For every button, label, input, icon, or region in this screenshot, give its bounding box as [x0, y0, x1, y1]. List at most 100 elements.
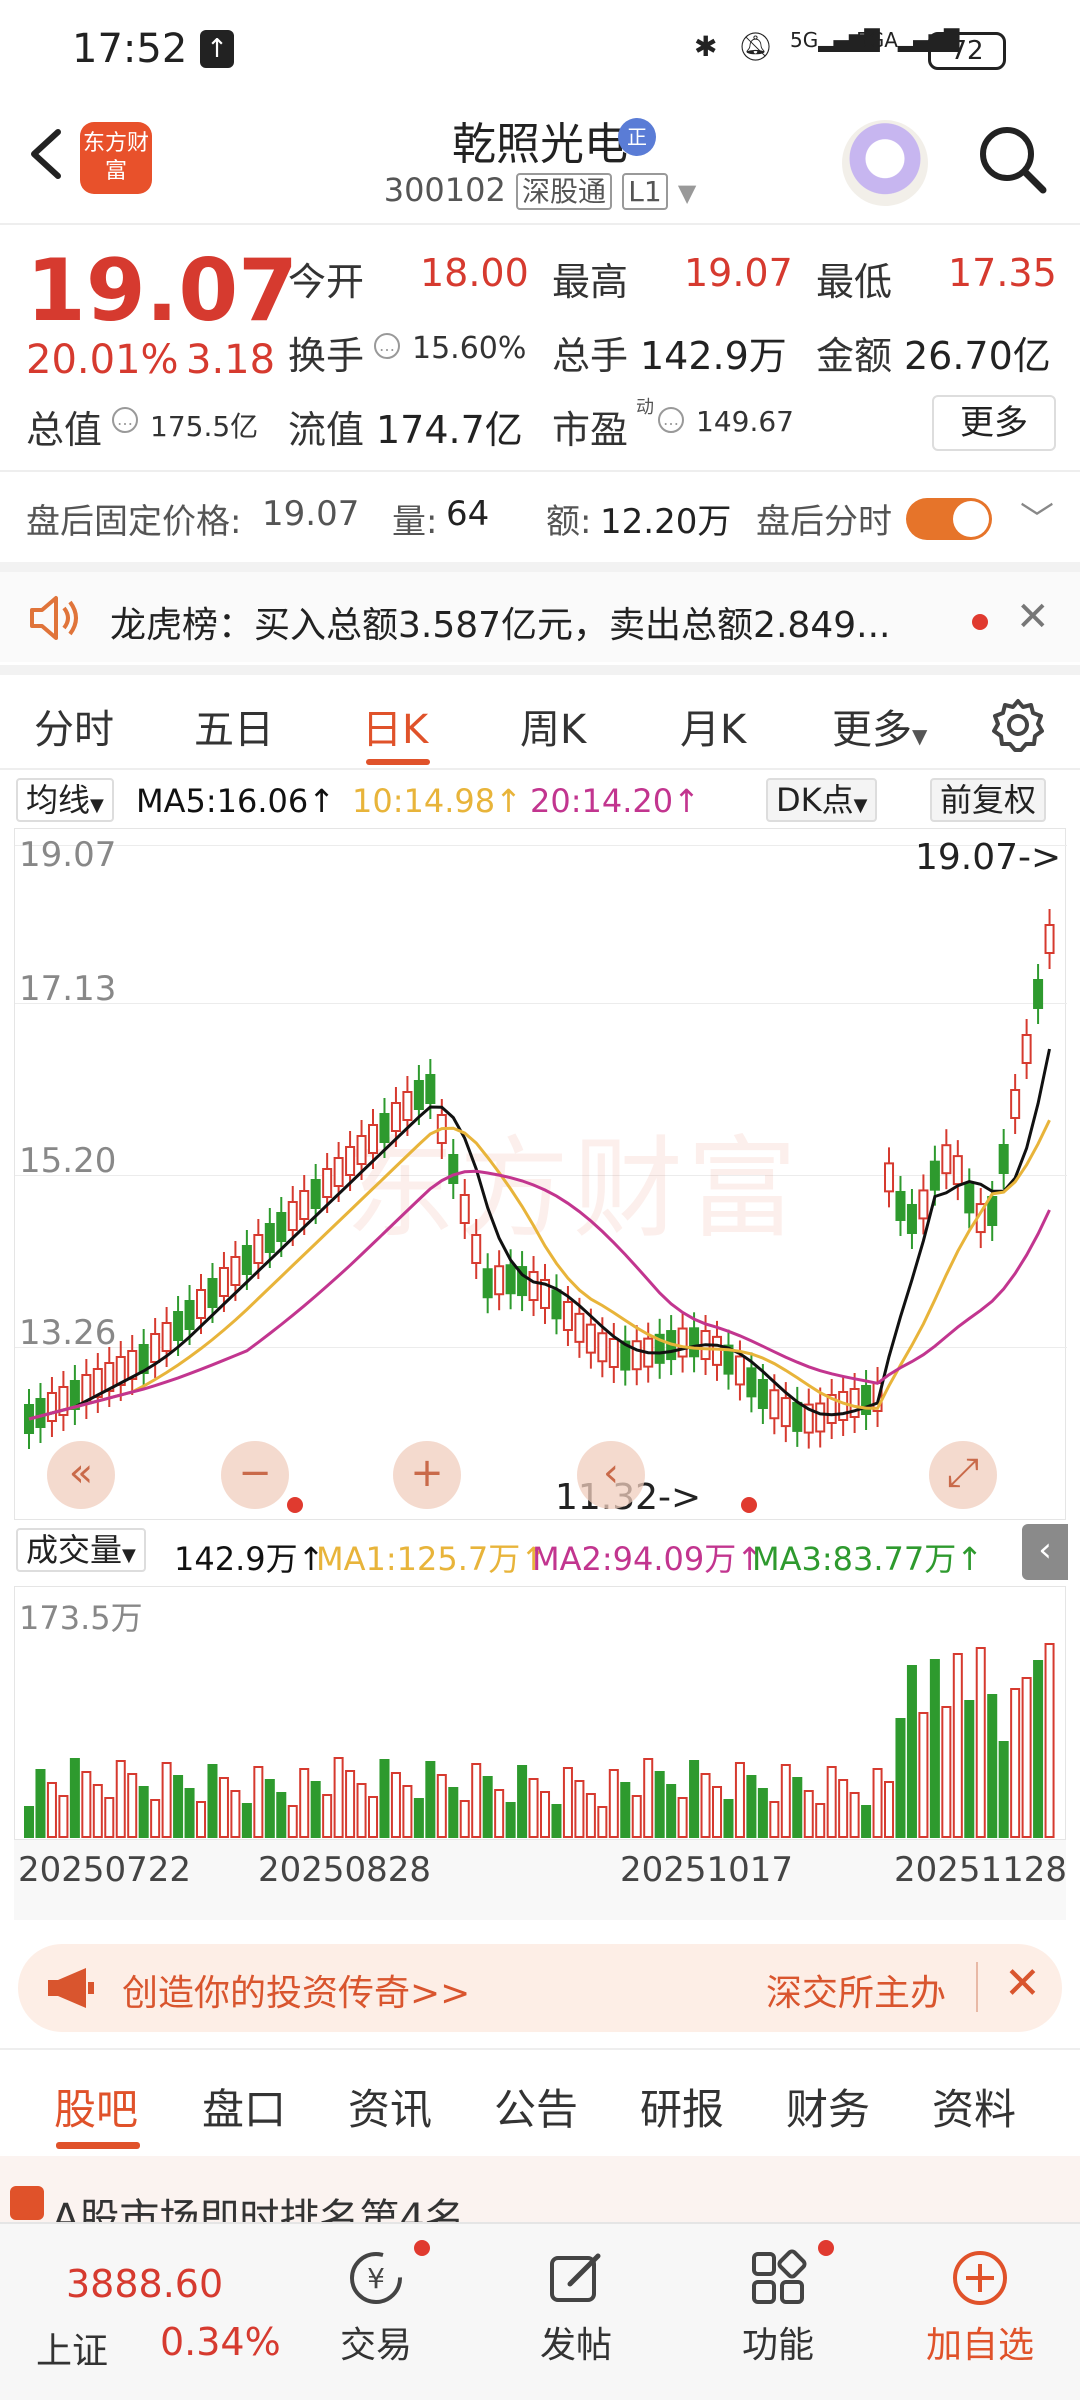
chart-bars-icon: [10, 2186, 44, 2220]
candle-body: [780, 1397, 791, 1428]
tab-monthly-k[interactable]: 月K: [680, 697, 746, 755]
zoom-out-icon[interactable]: −: [221, 1441, 289, 1509]
bluetooth-icon: ✱: [694, 30, 718, 63]
feed-peek[interactable]: A股市场即时排名第4名: [0, 2156, 1080, 2226]
tab-intraday[interactable]: 分时: [34, 697, 114, 755]
trade-button[interactable]: ¥ 交易: [306, 2240, 446, 2368]
candle-body: [815, 1402, 826, 1433]
candle-body: [712, 1335, 723, 1366]
index-name[interactable]: 上证: [36, 2322, 108, 2374]
volume-bar: [551, 1804, 562, 1838]
candle-body: [356, 1135, 367, 1165]
tab-order-book[interactable]: 盘口: [202, 2076, 286, 2137]
period-tabs: 分时 五日 日K 周K 月K 更多▼: [0, 665, 1080, 770]
candle-body: [390, 1102, 401, 1132]
chevron-down-icon[interactable]: ﹀: [1020, 492, 1054, 541]
info-icon[interactable]: …: [658, 407, 684, 433]
y-axis-label: 17.13: [19, 969, 117, 1009]
speaker-icon: [28, 594, 80, 642]
date-label: 20250828: [258, 1850, 432, 1890]
volume-bar: [608, 1769, 619, 1838]
promo-banner[interactable]: 创造你的投资传奇>> 深交所主办 ✕: [18, 1944, 1062, 2032]
dragon-tiger-notice[interactable]: 龙虎榜：买入总额3.587亿元，卖出总额2.849... ✕: [0, 562, 1080, 662]
robot-assistant-avatar[interactable]: [842, 120, 928, 206]
add-watchlist-button[interactable]: 加自选: [910, 2240, 1050, 2368]
candle-body: [746, 1367, 757, 1398]
volume-bar: [425, 1761, 436, 1838]
trade-label: 交易: [339, 2325, 412, 2366]
volume-bar: [906, 1665, 917, 1838]
tab-weekly-k[interactable]: 周K: [520, 697, 586, 755]
date-label: 20251128: [894, 1850, 1068, 1890]
stock-code: 300102: [383, 171, 506, 209]
date-axis: 20250722 20250828 20251017 20251128: [14, 1840, 1068, 1920]
volume-bar: [287, 1805, 298, 1838]
candle-body: [413, 1080, 424, 1110]
tab-financials[interactable]: 财务: [786, 2076, 870, 2137]
search-icon[interactable]: [975, 122, 1049, 196]
volume-bar: [666, 1784, 677, 1838]
volume-bar: [815, 1803, 826, 1838]
volume-bar: [115, 1760, 126, 1838]
kline-plot: [24, 909, 1055, 1449]
tab-more[interactable]: 更多▼: [832, 697, 927, 755]
high-value: 19.07: [684, 251, 793, 295]
candle-body: [689, 1327, 700, 1358]
tab-five-day[interactable]: 五日: [194, 697, 274, 755]
stock-header: 东方财富 乾照光电 正 300102 深股通 L1 ▼: [0, 100, 1080, 225]
dk-point-selector[interactable]: DK点▼: [766, 778, 878, 822]
tab-news[interactable]: 资讯: [348, 2076, 432, 2137]
adjust-selector[interactable]: 前复权: [930, 778, 1047, 822]
tab-daily-k[interactable]: 日K: [362, 697, 428, 755]
close-icon[interactable]: ✕: [1004, 1958, 1041, 2009]
volume-bar: [780, 1764, 791, 1838]
gear-icon[interactable]: [990, 697, 1046, 753]
volume-bar: [345, 1770, 356, 1838]
post-button[interactable]: 发帖: [506, 2240, 646, 2368]
more-quote-button[interactable]: 更多: [932, 395, 1056, 451]
volume-selector[interactable]: 成交量▼: [16, 1528, 146, 1572]
volume-bar: [173, 1775, 184, 1838]
tab-guba[interactable]: 股吧: [54, 2076, 138, 2137]
volume-bar: [482, 1776, 493, 1838]
candle-body: [287, 1201, 298, 1231]
volume-bar: [528, 1778, 539, 1838]
tab-profile[interactable]: 资料: [932, 2076, 1016, 2137]
tab-research[interactable]: 研报: [640, 2076, 724, 2137]
scroll-left-icon[interactable]: «: [47, 1441, 115, 1509]
candle-body: [471, 1234, 482, 1264]
notice-text: 龙虎榜：买入总额3.587亿元，卖出总额2.849...: [110, 605, 891, 646]
ma-selector[interactable]: 均线▼: [16, 778, 114, 822]
active-tab-underline: [366, 759, 430, 765]
volume-bar: [998, 1741, 1009, 1838]
close-icon[interactable]: ✕: [1016, 594, 1050, 640]
zoom-in-icon[interactable]: +: [393, 1441, 461, 1509]
volume-bar: [861, 1805, 872, 1838]
volume-bar: [734, 1762, 745, 1838]
afterhours-amt: 12.20万: [600, 502, 732, 542]
ma10-line: [28, 1119, 1051, 1421]
candle-body: [895, 1190, 906, 1221]
dropdown-triangle-icon: ▼: [853, 795, 868, 816]
afterhours-toggle[interactable]: [906, 498, 992, 540]
candle-body: [345, 1146, 356, 1176]
info-icon[interactable]: …: [112, 407, 138, 433]
volume-chart[interactable]: 173.5万: [14, 1586, 1066, 1840]
collapse-panel-icon[interactable]: ‹: [1022, 1524, 1068, 1580]
index-percent[interactable]: 0.34%: [160, 2320, 281, 2364]
afterhours-price-label: 盘后固定价格:: [26, 502, 242, 542]
kline-chart[interactable]: 东方财富 19.07 17.13 15.20 13.26 19.07-> 11.…: [14, 828, 1067, 1520]
candle-body: [35, 1398, 46, 1428]
step-left-icon[interactable]: ‹: [577, 1441, 645, 1509]
svg-text:¥: ¥: [367, 2262, 385, 2295]
candle-body: [528, 1271, 539, 1302]
info-icon[interactable]: …: [374, 333, 400, 359]
amount-value: 26.70亿: [904, 334, 1051, 378]
fullscreen-icon[interactable]: ⤢: [929, 1441, 997, 1509]
functions-button[interactable]: 功能: [708, 2240, 848, 2368]
tab-announcements[interactable]: 公告: [494, 2076, 578, 2137]
index-value[interactable]: 3888.60: [66, 2262, 223, 2306]
volume-bar: [322, 1794, 333, 1838]
volume-bar: [803, 1790, 814, 1838]
y-axis-label: 13.26: [19, 1313, 117, 1353]
